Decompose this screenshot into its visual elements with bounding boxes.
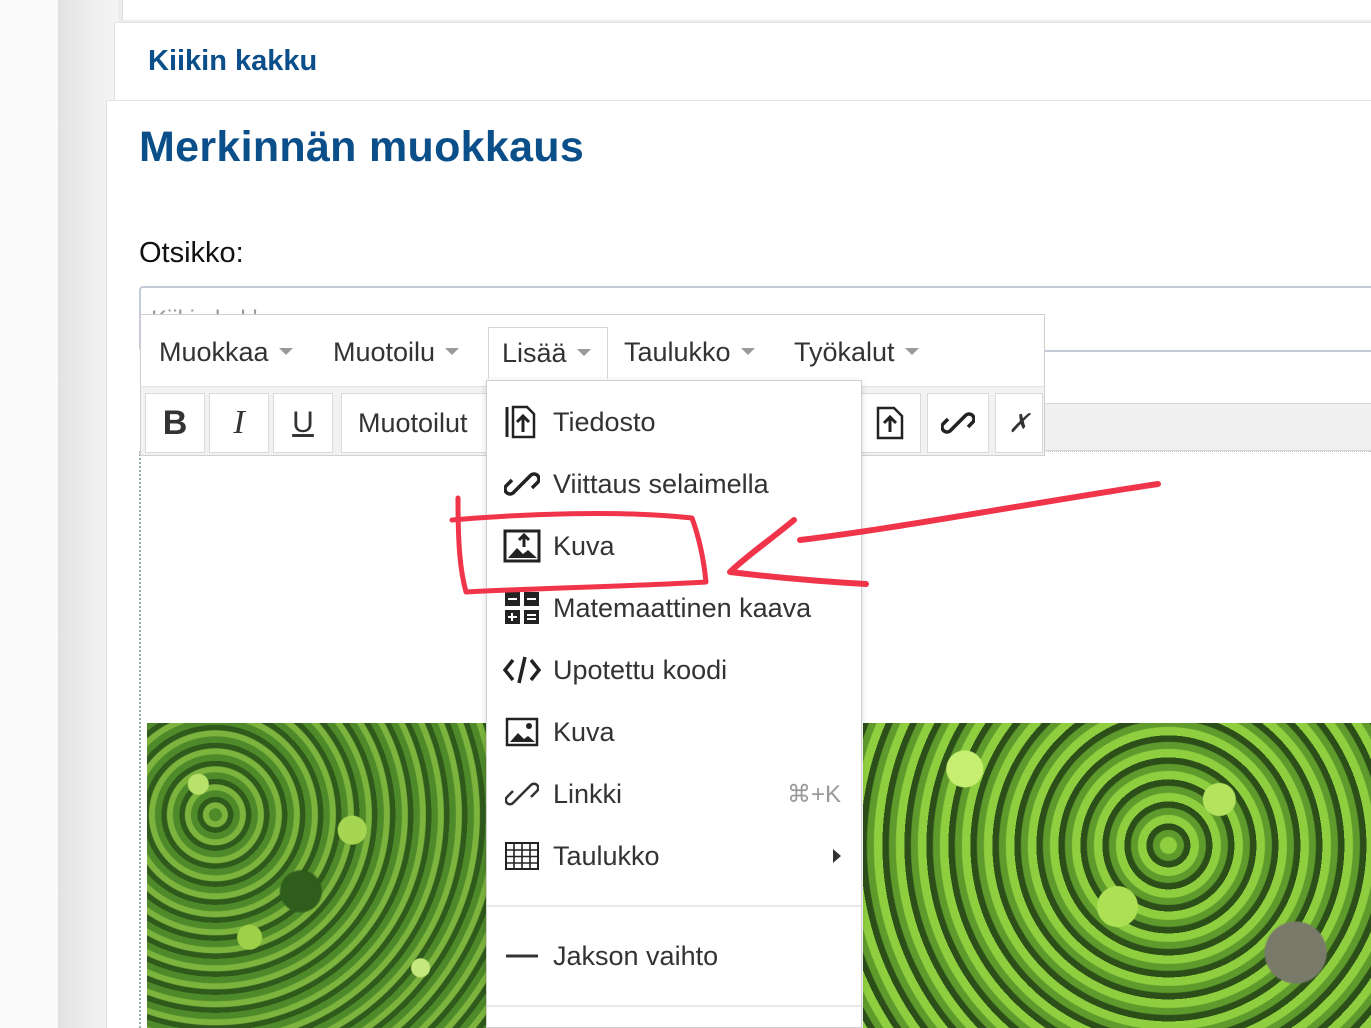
italic-button[interactable]: I: [209, 393, 269, 453]
menu-muotoilu[interactable]: Muotoilu: [315, 327, 460, 379]
insert-menu-label: Linkki: [553, 778, 623, 809]
link-browse-button[interactable]: [927, 393, 989, 453]
clear-formatting-button[interactable]: ✗: [995, 393, 1043, 453]
site-header: Kiikin kakku: [114, 22, 1371, 100]
site-title[interactable]: Kiikin kakku: [148, 45, 317, 78]
menu-taulukko-label: Taulukko: [624, 337, 731, 367]
insert-menu-item-embed-code[interactable]: Upotettu koodi: [487, 639, 861, 701]
file-upload-button[interactable]: [859, 393, 921, 453]
insert-menu-label: Kuva: [553, 716, 615, 747]
shortcut-hint: ⌘+K: [786, 780, 841, 808]
insert-menu-item-link-browse[interactable]: Viittaus selaimella: [487, 453, 861, 515]
menu-lisaa[interactable]: Lisää: [488, 327, 608, 379]
chevron-down-icon: [278, 348, 293, 356]
link-icon: [503, 775, 541, 813]
menu-lisaa-label: Lisää: [502, 338, 567, 368]
chevron-down-icon: [740, 348, 755, 356]
insert-menu-label: Kuva: [553, 530, 615, 561]
insert-menu-label: Tiedosto: [553, 406, 656, 437]
chevron-down-icon: [445, 348, 460, 356]
menu-divider: [487, 905, 861, 907]
file-upload-icon: [503, 403, 541, 441]
horizontal-rule-icon: [503, 937, 541, 975]
menu-tyokalut-label: Työkalut: [794, 337, 895, 367]
link-browse-icon: [941, 412, 975, 434]
menu-muokkaa[interactable]: Muokkaa: [141, 327, 293, 379]
editor-photo-left[interactable]: [147, 723, 489, 1028]
underline-button[interactable]: U: [273, 393, 333, 453]
code-icon: [503, 651, 541, 689]
insert-menu-item-image[interactable]: Kuva: [487, 701, 861, 763]
menu-tyokalut[interactable]: Työkalut: [776, 327, 919, 379]
image-upload-icon: [503, 527, 541, 565]
insert-menu-label: Matemaattinen kaava: [553, 592, 812, 623]
menu-muokkaa-label: Muokkaa: [159, 337, 269, 367]
editor-photo-right[interactable]: [863, 723, 1371, 1028]
insert-menu-label: Jakson vaihto: [553, 940, 719, 971]
chevron-down-icon: [904, 348, 919, 356]
file-upload-icon: [876, 406, 904, 440]
insert-menu-item-math[interactable]: Matemaattinen kaava: [487, 577, 861, 639]
insert-menu-item-table[interactable]: Taulukko: [487, 825, 861, 887]
insert-menu-label: Taulukko: [553, 840, 660, 871]
chevron-down-icon: [576, 349, 591, 357]
menu-muotoilu-label: Muotoilu: [333, 337, 436, 367]
formats-dropdown[interactable]: Muotoilut: [341, 393, 501, 453]
page-title: Merkinnän muokkaus: [139, 123, 585, 171]
title-field-label: Otsikko:: [139, 237, 244, 269]
chevron-right-icon: [833, 849, 841, 863]
insert-menu-item-file[interactable]: Tiedosto: [487, 391, 861, 453]
toolbar-background: [1045, 403, 1371, 451]
menu-taulukko[interactable]: Taulukko: [606, 327, 755, 379]
insert-menu-item-image-upload[interactable]: Kuva: [487, 515, 861, 577]
top-card: [122, 0, 1371, 20]
math-formula-icon: [503, 589, 541, 627]
bold-button[interactable]: B: [145, 393, 205, 453]
menu-divider: [487, 1005, 861, 1007]
insert-menu-item-page-break[interactable]: Jakson vaihto: [487, 925, 861, 987]
left-margin: [0, 0, 58, 1028]
insert-menu-dropdown: Tiedosto Viittaus selaimella Kuva Matema…: [486, 380, 862, 1028]
insert-menu-label: Viittaus selaimella: [553, 468, 769, 499]
editor-menubar: Muokkaa Muotoilu Lisää Taulukko Työkalut: [140, 314, 1045, 386]
link-browse-icon: [503, 465, 541, 503]
insert-menu-label: Upotettu koodi: [553, 654, 728, 685]
image-icon: [503, 713, 541, 751]
insert-menu-item-link[interactable]: Linkki ⌘+K: [487, 763, 861, 825]
table-icon: [503, 837, 541, 875]
